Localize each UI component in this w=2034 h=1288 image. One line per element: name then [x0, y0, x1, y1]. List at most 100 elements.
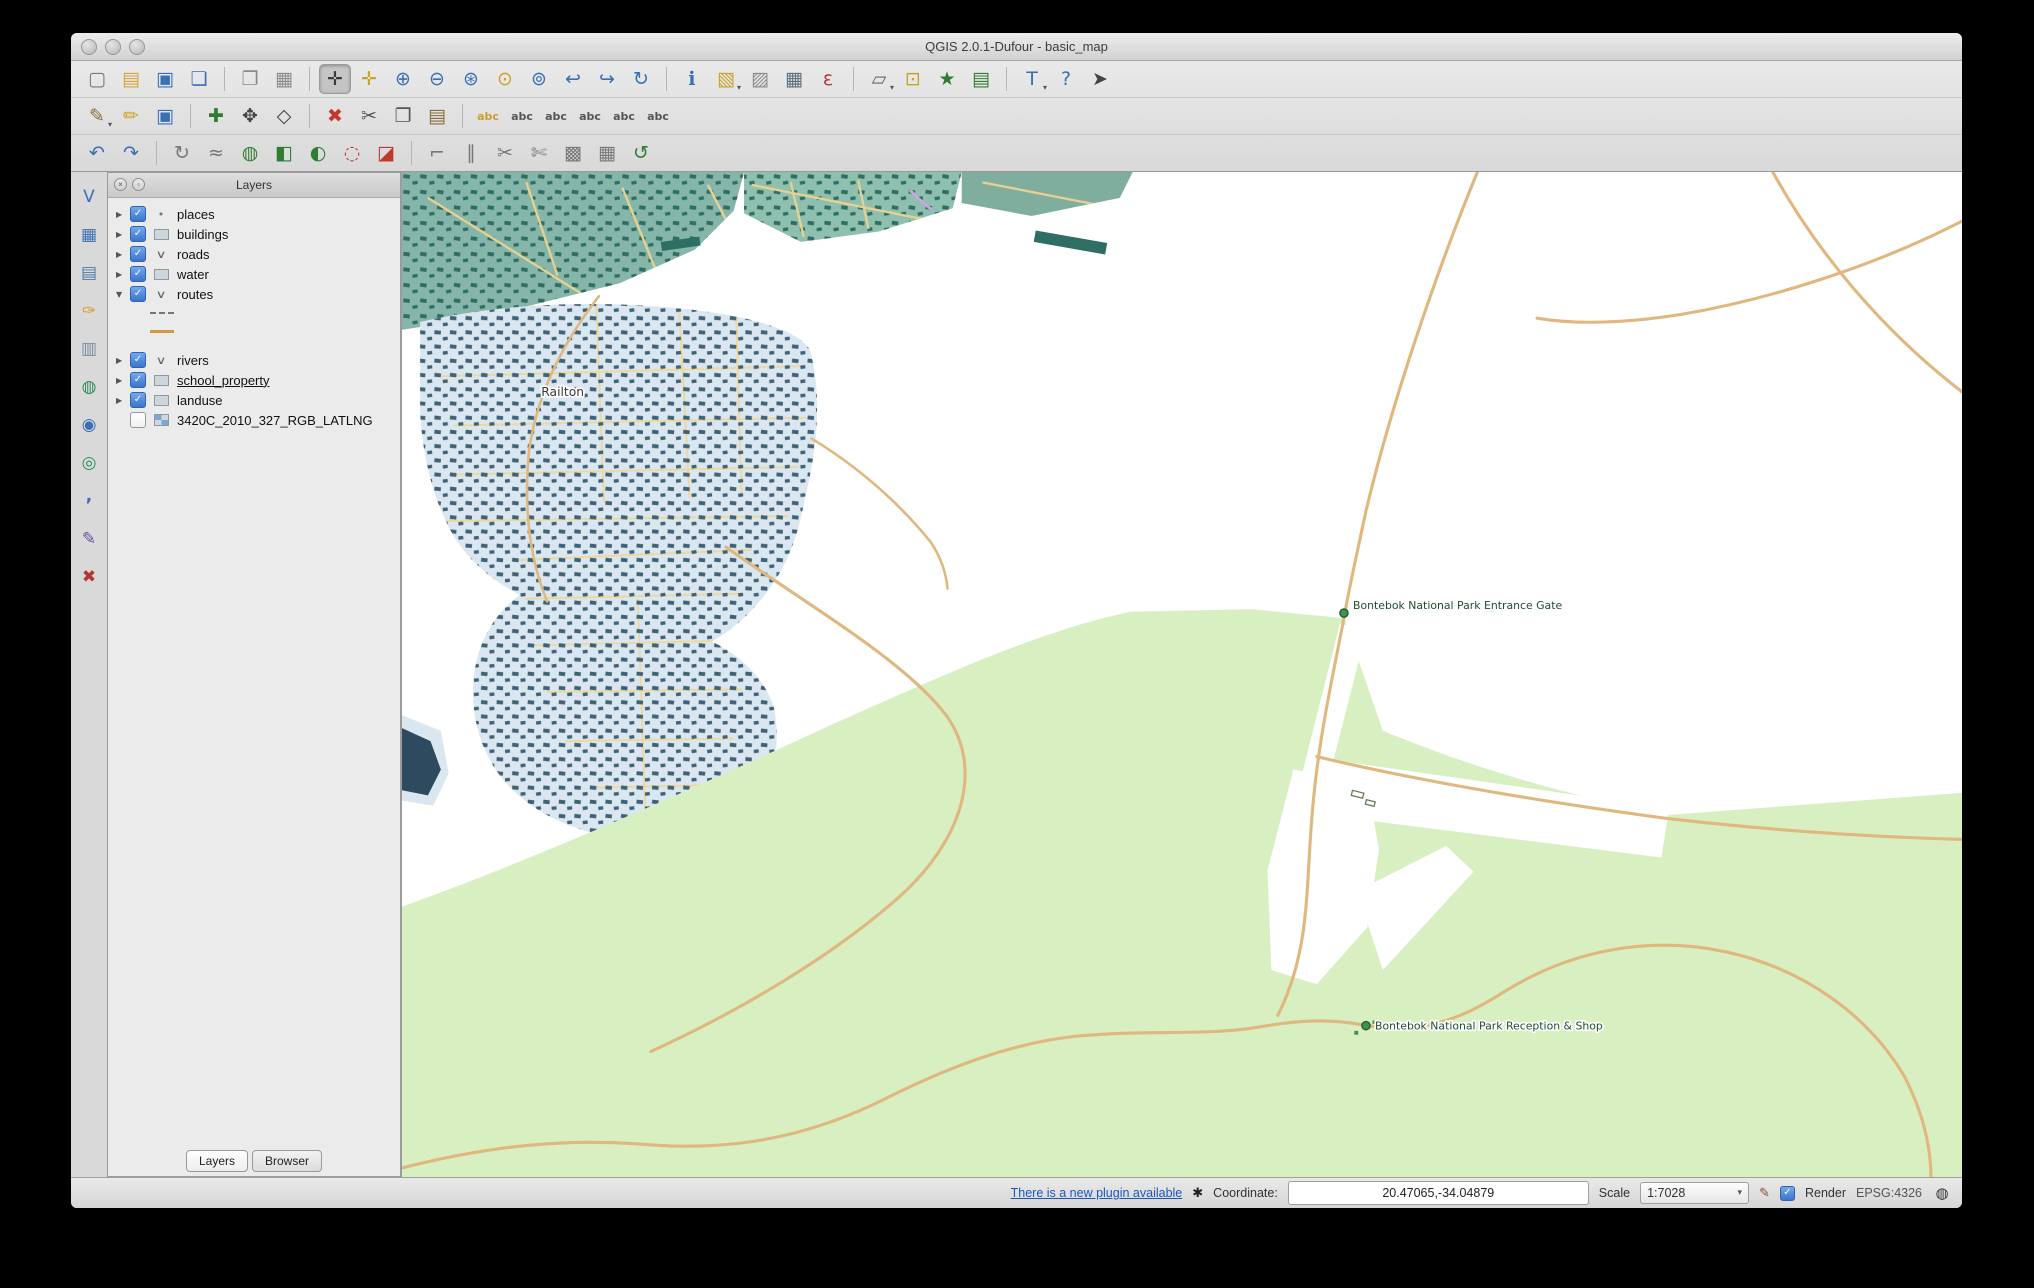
- add-wfs-layer-button[interactable]: ◎: [74, 448, 104, 478]
- help-contents-button[interactable]: ?: [1050, 64, 1082, 94]
- merge-attributes-button[interactable]: ▦: [591, 138, 623, 168]
- add-spatialite-layer-button[interactable]: ✑: [74, 296, 104, 326]
- layer-visibility-checkbox[interactable]: [130, 266, 146, 282]
- fill-ring-button[interactable]: ◐: [302, 138, 334, 168]
- measure-button[interactable]: ▱▾: [863, 64, 895, 94]
- new-project-button[interactable]: ▢: [81, 64, 113, 94]
- open-project-button[interactable]: ▤: [115, 64, 147, 94]
- expand-arrow-icon[interactable]: ▶: [116, 230, 130, 239]
- cut-features-button[interactable]: ✂: [353, 101, 385, 131]
- layer-item-3420c-2010-327-rgb-latlng[interactable]: 3420C_2010_327_RGB_LATLNG: [108, 410, 400, 430]
- merge-features-button[interactable]: ▩: [557, 138, 589, 168]
- crs-status-icon[interactable]: ◍: [1932, 1183, 1952, 1203]
- tab-browser[interactable]: Browser: [252, 1150, 322, 1172]
- layer-item-roads[interactable]: ▶roads: [108, 244, 400, 264]
- add-vector-layer-button[interactable]: V: [74, 182, 104, 212]
- layer-item-landuse[interactable]: ▶landuse: [108, 390, 400, 410]
- delete-ring-button[interactable]: ◌: [336, 138, 368, 168]
- current-edits-button[interactable]: ✎▾: [81, 101, 113, 131]
- zoom-in-button[interactable]: ⊕: [387, 64, 419, 94]
- plugin-icon[interactable]: ✱: [1192, 1187, 1203, 1200]
- layer-visibility-checkbox[interactable]: [130, 206, 146, 222]
- add-part-button[interactable]: ◧: [268, 138, 300, 168]
- zoom-out-button[interactable]: ⊖: [421, 64, 453, 94]
- new-print-composer-button[interactable]: ❐: [234, 64, 266, 94]
- layer-item-rivers[interactable]: ▶rivers: [108, 350, 400, 370]
- show-bookmarks-button[interactable]: ▤: [965, 64, 997, 94]
- delete-selected-button[interactable]: ✖: [319, 101, 351, 131]
- move-feature-button[interactable]: ✥: [234, 101, 266, 131]
- layer-item-school-property[interactable]: ▶school_property: [108, 370, 400, 390]
- pan-map-button[interactable]: ✛: [319, 64, 351, 94]
- zoom-next-button[interactable]: ↪: [591, 64, 623, 94]
- title-bar[interactable]: QGIS 2.0.1-Dufour - basic_map: [71, 33, 1962, 61]
- copy-features-button[interactable]: ❐: [387, 101, 419, 131]
- zoom-full-button[interactable]: ⊛: [455, 64, 487, 94]
- labeling-options-button[interactable]: abc: [472, 101, 504, 131]
- map-tips-button[interactable]: ⊡: [897, 64, 929, 94]
- collapse-arrow-icon[interactable]: ▼: [116, 290, 130, 299]
- layer-visibility-checkbox[interactable]: [130, 286, 146, 302]
- layer-item-buildings[interactable]: ▶buildings: [108, 224, 400, 244]
- expand-arrow-icon[interactable]: ▶: [116, 396, 130, 405]
- add-wms-layer-button[interactable]: ◍: [74, 372, 104, 402]
- split-features-button[interactable]: ✂: [489, 138, 521, 168]
- rotate-point-symbols-button[interactable]: ↺: [625, 138, 657, 168]
- render-checkbox[interactable]: [1780, 1186, 1795, 1201]
- toggle-editing-button[interactable]: ✏: [115, 101, 147, 131]
- move-label-button[interactable]: abc: [574, 101, 606, 131]
- save-project-button[interactable]: ▣: [149, 64, 181, 94]
- refresh-map-button[interactable]: ↻: [625, 64, 657, 94]
- delete-part-button[interactable]: ◪: [370, 138, 402, 168]
- layer-visibility-checkbox[interactable]: [130, 352, 146, 368]
- layer-visibility-checkbox[interactable]: [130, 372, 146, 388]
- node-tool-button[interactable]: ◇: [268, 101, 300, 131]
- add-postgis-layer-button[interactable]: ▤: [74, 258, 104, 288]
- coordinate-input[interactable]: [1288, 1181, 1589, 1205]
- add-feature-button[interactable]: ✚: [200, 101, 232, 131]
- highlight-pinned-labels-button[interactable]: abc: [540, 101, 572, 131]
- zoom-last-button[interactable]: ↩: [557, 64, 589, 94]
- new-shapefile-layer-button[interactable]: ✎: [74, 524, 104, 554]
- map-svg[interactable]: Railton Bontebok National Park Entrance …: [402, 172, 1962, 1177]
- draw-icon[interactable]: ✎: [1759, 1187, 1770, 1200]
- reshape-features-button[interactable]: ⌐: [421, 138, 453, 168]
- scale-combo[interactable]: 1:7028 ▾: [1640, 1182, 1749, 1204]
- undo-button[interactable]: ↶: [81, 138, 113, 168]
- zoom-to-layer-button[interactable]: ⊚: [523, 64, 555, 94]
- tab-layers[interactable]: Layers: [186, 1150, 248, 1172]
- simplify-feature-button[interactable]: ≈: [200, 138, 232, 168]
- pan-to-selection-button[interactable]: ✛: [353, 64, 385, 94]
- add-mssql-layer-button[interactable]: ▥: [74, 334, 104, 364]
- text-annotation-button[interactable]: T▾: [1016, 64, 1048, 94]
- paste-features-button[interactable]: ▤: [421, 101, 453, 131]
- plugin-available-link[interactable]: There is a new plugin available: [1011, 1186, 1183, 1200]
- layer-visibility-checkbox[interactable]: [130, 412, 146, 428]
- layer-visibility-checkbox[interactable]: [130, 226, 146, 242]
- open-attribute-table-button[interactable]: ▦: [778, 64, 810, 94]
- save-project-as-button[interactable]: ❏: [183, 64, 215, 94]
- expand-arrow-icon[interactable]: ▶: [116, 356, 130, 365]
- expand-arrow-icon[interactable]: ▶: [116, 376, 130, 385]
- deselect-features-button[interactable]: ▨: [744, 64, 776, 94]
- whats-this-button[interactable]: ➤: [1084, 64, 1116, 94]
- map-canvas[interactable]: Railton Bontebok National Park Entrance …: [401, 172, 1962, 1177]
- split-parts-button[interactable]: ✄: [523, 138, 555, 168]
- rotate-feature-button[interactable]: ↻: [166, 138, 198, 168]
- redo-button[interactable]: ↷: [115, 138, 147, 168]
- add-wcs-layer-button[interactable]: ◉: [74, 410, 104, 440]
- layer-item-routes[interactable]: ▼routes: [108, 284, 400, 304]
- layer-visibility-checkbox[interactable]: [130, 246, 146, 262]
- change-label-button[interactable]: abc: [642, 101, 674, 131]
- field-calculator-button[interactable]: ε: [812, 64, 844, 94]
- composer-manager-button[interactable]: ▦: [268, 64, 300, 94]
- new-bookmark-button[interactable]: ★: [931, 64, 963, 94]
- offset-curve-button[interactable]: ∥: [455, 138, 487, 168]
- rotate-label-button[interactable]: abc: [608, 101, 640, 131]
- expand-arrow-icon[interactable]: ▶: [116, 270, 130, 279]
- layers-panel-header[interactable]: × ◦ Layers: [108, 173, 400, 198]
- save-layer-edits-button[interactable]: ▣: [149, 101, 181, 131]
- add-ring-button[interactable]: ◍: [234, 138, 266, 168]
- layer-visibility-checkbox[interactable]: [130, 392, 146, 408]
- identify-features-button[interactable]: ℹ: [676, 64, 708, 94]
